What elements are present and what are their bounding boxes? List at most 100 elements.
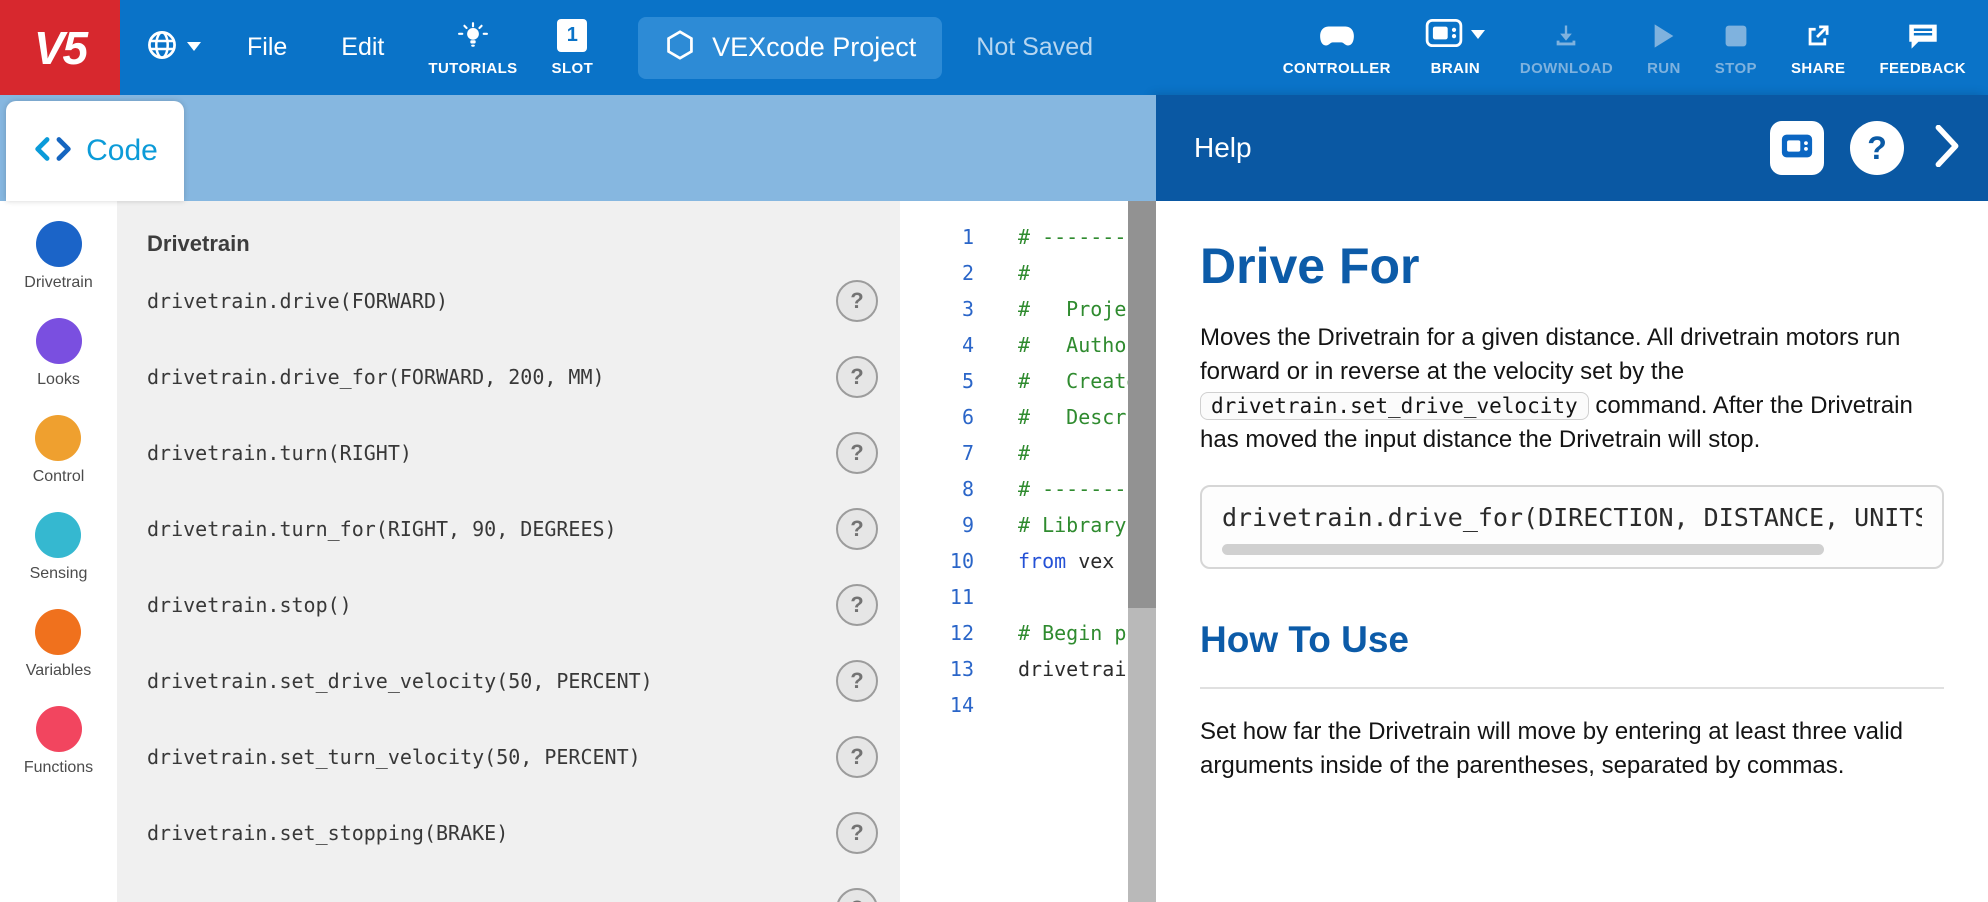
looks-category-icon[interactable] — [36, 318, 82, 364]
variables-category-icon[interactable] — [35, 609, 81, 655]
run-label: RUN — [1647, 60, 1681, 77]
line-code: # Library imports — [1018, 507, 1128, 543]
lightbulb-icon — [458, 19, 488, 53]
collapse-panel-button[interactable] — [1930, 121, 1964, 176]
command-text: drivetrain.turn_for(RIGHT, 90, DEGREES) — [147, 517, 617, 541]
category-drivetrain[interactable]: Drivetrain — [24, 221, 92, 292]
command-help-button[interactable]: ? — [836, 660, 878, 702]
language-menu[interactable] — [128, 0, 220, 95]
code-example-scrollbar[interactable] — [1222, 544, 1824, 555]
sensing-category-icon[interactable] — [35, 512, 81, 558]
slot-button[interactable]: 1 SLOT — [535, 0, 611, 95]
gamepad-icon — [1318, 19, 1356, 53]
category-control[interactable]: Control — [33, 415, 85, 486]
code-line: 13drivetrain — [900, 651, 1128, 687]
editor-scrollbar[interactable] — [1128, 201, 1156, 902]
share-button[interactable]: SHARE — [1774, 0, 1863, 95]
tab-code[interactable]: Code — [6, 101, 184, 201]
command-help-button[interactable]: ? — [836, 432, 878, 474]
help-panel-title: Help — [1194, 132, 1252, 164]
slot-number: 1 — [567, 24, 578, 47]
stop-button[interactable]: STOP — [1698, 0, 1774, 95]
code-line: 14 — [900, 687, 1128, 723]
code-line: 12 # Begin project code — [900, 615, 1128, 651]
category-label: Looks — [37, 371, 80, 389]
code-line: 1# -------------------------------------… — [900, 219, 1128, 255]
stop-icon — [1723, 19, 1749, 53]
command-row[interactable]: drivetrain.turn_for(RIGHT, 90, DEGREES)? — [117, 491, 900, 567]
line-code: from vex import * — [1018, 543, 1128, 579]
workspace-column: Code Drivetrain Looks Control Sensing Variab… — [0, 95, 1156, 902]
topbar: V5 File Edit TUTORIALS 1 — [0, 0, 1988, 95]
tutorials-button[interactable]: TUTORIALS — [411, 0, 534, 95]
help-panel-header: Help ? — [1156, 95, 1988, 201]
command-help-button[interactable]: ? — [836, 812, 878, 854]
line-number: 10 — [900, 543, 974, 579]
command-help-button[interactable]: ? — [836, 888, 878, 902]
command-row[interactable]: drivetrain.set_drive_velocity(50, PERCEN… — [117, 643, 900, 719]
run-button[interactable]: RUN — [1630, 0, 1698, 95]
download-button[interactable]: DOWNLOAD — [1503, 0, 1630, 95]
category-variables[interactable]: Variables — [26, 609, 92, 680]
command-help-button[interactable]: ? — [836, 356, 878, 398]
code-line: 10 from vex import * — [900, 543, 1128, 579]
code-line: 7# — [900, 435, 1128, 471]
edit-menu[interactable]: Edit — [314, 0, 411, 95]
category-sensing[interactable]: Sensing — [30, 512, 88, 583]
command-row[interactable]: drivetrain.set_turn_velocity(50, PERCENT… — [117, 719, 900, 795]
command-panel-header: Drivetrain — [147, 231, 900, 257]
command-text: drivetrain.set_stopping(BRAKE) — [147, 821, 508, 845]
vexcode-app: V5 File Edit TUTORIALS 1 — [0, 0, 1988, 902]
brain-button[interactable]: BRAIN — [1408, 0, 1503, 95]
save-status: Not Saved — [976, 33, 1093, 62]
brain-help-button[interactable] — [1770, 121, 1824, 175]
line-number: 6 — [900, 399, 974, 435]
main-area: Code Drivetrain Looks Control Sensing Variab… — [0, 95, 1988, 902]
line-code: # --------------------------------------… — [1018, 471, 1128, 507]
command-text: drivetrain.drive(FORWARD) — [147, 289, 448, 313]
line-number: 4 — [900, 327, 974, 363]
command-row[interactable]: drivetrain.turn(RIGHT)? — [117, 415, 900, 491]
functions-category-icon[interactable] — [36, 706, 82, 752]
help-code-example: drivetrain.drive_for(DIRECTION, DISTANCE… — [1200, 485, 1944, 569]
code-line: 8# -------------------------------------… — [900, 471, 1128, 507]
controller-button[interactable]: CONTROLLER — [1266, 0, 1408, 95]
line-code: # Begin project code — [1018, 615, 1128, 651]
command-row[interactable]: drivetrain.drive(FORWARD)? — [117, 263, 900, 339]
code-line: 11 — [900, 579, 1128, 615]
code-editor[interactable]: 1# -------------------------------------… — [900, 201, 1128, 902]
command-row[interactable]: drivetrain.drive_for(FORWARD, 200, MM)? — [117, 339, 900, 415]
line-code: drivetrain — [1018, 651, 1128, 687]
feedback-button[interactable]: FEEDBACK — [1862, 0, 1988, 95]
project-title-box[interactable]: VEXcode Project — [638, 17, 942, 79]
vex-v5-logo[interactable]: V5 — [0, 0, 120, 95]
line-number: 2 — [900, 255, 974, 291]
category-looks[interactable]: Looks — [36, 318, 82, 389]
help-code-example-text: drivetrain.drive_for(DIRECTION, DISTANCE… — [1222, 503, 1922, 532]
divider — [1200, 687, 1944, 689]
line-number: 5 — [900, 363, 974, 399]
command-help-button[interactable]: ? — [836, 736, 878, 778]
file-menu[interactable]: File — [220, 0, 314, 95]
control-category-icon[interactable] — [35, 415, 81, 461]
category-functions[interactable]: Functions — [24, 706, 93, 777]
command-help-button[interactable]: ? — [836, 280, 878, 322]
command-row[interactable]: drivetrain.set_stopping(BRAKE)? — [117, 795, 900, 871]
help-description: Moves the Drivetrain for a given distanc… — [1200, 321, 1944, 457]
help-button[interactable]: ? — [1850, 121, 1904, 175]
command-row[interactable]: drivetrain.stop()? — [117, 567, 900, 643]
globe-icon — [146, 29, 178, 66]
feedback-icon — [1907, 19, 1939, 53]
line-number: 12 — [900, 615, 974, 651]
code-line: 6# Description: — [900, 399, 1128, 435]
editor-scrollbar-thumb[interactable] — [1128, 201, 1156, 608]
file-menu-label: File — [247, 33, 287, 62]
edit-menu-label: Edit — [341, 33, 384, 62]
command-help-button[interactable]: ? — [836, 584, 878, 626]
slot-icon: 1 — [557, 19, 587, 52]
command-row[interactable]: ? — [117, 871, 900, 902]
line-number: 7 — [900, 435, 974, 471]
drivetrain-category-icon[interactable] — [36, 221, 82, 267]
angle-brackets-icon — [32, 136, 74, 167]
command-help-button[interactable]: ? — [836, 508, 878, 550]
